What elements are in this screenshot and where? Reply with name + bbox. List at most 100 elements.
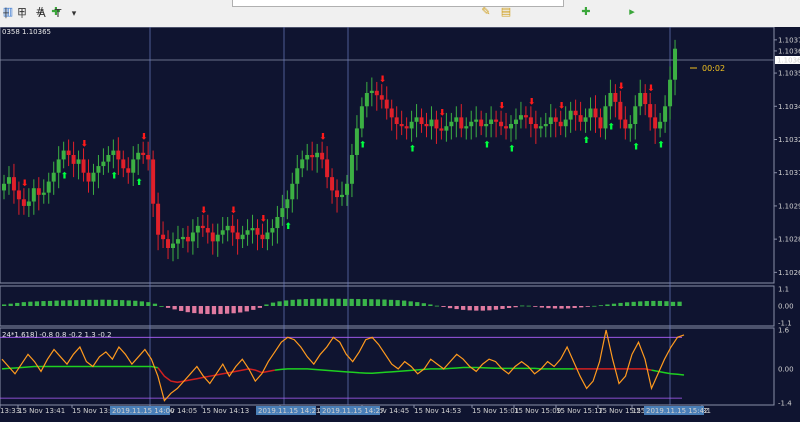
candle xyxy=(225,225,230,231)
histogram-bar xyxy=(559,306,564,309)
candle xyxy=(31,188,36,202)
histogram-bar xyxy=(238,306,243,313)
sell-arrow-icon: ⬇ xyxy=(379,75,387,85)
price-tick-label: 1.10325 xyxy=(778,136,800,144)
histogram-bar xyxy=(146,302,151,306)
histogram-bar xyxy=(664,301,669,306)
candle xyxy=(628,124,633,129)
candle xyxy=(240,234,245,240)
histogram-bar xyxy=(624,302,630,306)
toolbar-field[interactable] xyxy=(232,0,564,7)
buy-arrow-icon: ⬆ xyxy=(483,140,491,150)
candle xyxy=(588,108,593,118)
candle xyxy=(76,159,81,164)
signal-line xyxy=(1,365,159,370)
candle xyxy=(81,159,86,173)
sell-arrow-icon: ⬇ xyxy=(438,108,446,118)
candle xyxy=(280,208,285,217)
candle xyxy=(573,110,578,116)
candle xyxy=(61,150,66,160)
chart-canvas[interactable]: 0358 1.10365 24*1.618] -0.8 0.8 -0.2 1.3… xyxy=(0,27,800,422)
candle xyxy=(444,126,449,131)
template-icon[interactable]: T xyxy=(52,8,64,20)
candle xyxy=(563,119,568,127)
candle xyxy=(494,119,499,122)
histogram-bar xyxy=(323,298,328,306)
candle xyxy=(548,117,553,124)
add-icon[interactable]: ✚ xyxy=(580,6,592,18)
histogram-bar xyxy=(172,306,177,310)
sell-arrow-icon: ⬇ xyxy=(140,133,148,143)
sell-arrow-icon: ⬇ xyxy=(319,133,327,143)
histogram-bar xyxy=(618,302,623,306)
histogram-bar xyxy=(336,298,341,306)
candle xyxy=(479,119,484,127)
time-tick-label: 15 Nov 13:41 xyxy=(18,407,65,415)
candle xyxy=(593,108,598,118)
candle xyxy=(379,95,384,100)
histogram-bar xyxy=(415,302,420,306)
crosshair-icon[interactable]: ┼ xyxy=(0,8,12,20)
sell-arrow-icon: ⬇ xyxy=(498,102,506,112)
price-tick-label: 1.10340 xyxy=(778,103,800,111)
histogram-bar xyxy=(500,306,505,309)
text-icon[interactable]: A xyxy=(36,8,48,20)
histogram-bar xyxy=(198,306,203,314)
candle xyxy=(330,177,335,191)
separator: | xyxy=(20,9,24,19)
candle xyxy=(101,161,106,167)
time-tick-label: 15 Nov 14:13 xyxy=(202,407,249,415)
histogram-bar xyxy=(2,304,7,306)
candle xyxy=(111,150,116,155)
candle xyxy=(658,121,663,129)
candle xyxy=(414,117,419,122)
histogram-bar xyxy=(244,306,249,312)
candle xyxy=(578,115,583,122)
histogram-bar xyxy=(133,300,138,306)
time-tick-label: 15 Nov 15:09 xyxy=(514,407,561,415)
histogram-bar xyxy=(264,304,269,306)
candle xyxy=(489,119,494,124)
sell-arrow-icon: ⬇ xyxy=(647,84,655,94)
oscillator-tick-label: 0.00 xyxy=(778,365,794,373)
chevron-down-icon[interactable]: ▾ xyxy=(68,8,80,20)
histogram-bar xyxy=(67,300,72,306)
candle xyxy=(618,101,623,120)
buy-arrow-icon: ⬆ xyxy=(508,145,516,155)
histogram-tick-label: 1.1 xyxy=(778,286,789,294)
time-highlight-label: 2019.11.15 14:21 xyxy=(258,407,320,415)
candle xyxy=(265,232,270,240)
candle xyxy=(553,117,558,122)
time-tick-label: 15 Nov 15:01 xyxy=(472,407,519,415)
histogram-bar xyxy=(329,298,335,306)
pencil-icon[interactable]: ✎ xyxy=(480,6,492,18)
histogram-bar xyxy=(454,306,459,310)
histogram-bar xyxy=(408,301,413,306)
candle xyxy=(300,159,305,169)
histogram-bar xyxy=(611,303,617,306)
histogram-bar xyxy=(506,306,512,309)
histogram-bar xyxy=(447,306,453,309)
candle xyxy=(66,150,71,155)
histogram-bar xyxy=(388,299,394,306)
candle xyxy=(161,234,166,240)
histogram-bar xyxy=(585,306,590,307)
histogram-bar xyxy=(362,299,367,306)
candle xyxy=(464,126,469,129)
histogram-bar xyxy=(231,306,236,314)
buy-arrow-icon: ⬆ xyxy=(135,178,143,188)
folder-icon[interactable]: ▤ xyxy=(500,6,512,18)
play-icon[interactable]: ▸ xyxy=(626,6,638,18)
buy-arrow-icon: ⬆ xyxy=(110,171,118,181)
histogram-bar xyxy=(605,304,610,306)
candle xyxy=(185,236,190,242)
candle xyxy=(320,152,325,160)
sell-arrow-icon: ⬇ xyxy=(617,82,625,92)
candle xyxy=(523,115,528,118)
histogram-bar xyxy=(539,306,544,308)
price-tick-label: 1.10280 xyxy=(778,236,800,244)
candle xyxy=(359,106,364,129)
histogram-bar xyxy=(41,301,46,306)
histogram-bar xyxy=(552,306,558,309)
histogram-bar xyxy=(270,302,276,306)
